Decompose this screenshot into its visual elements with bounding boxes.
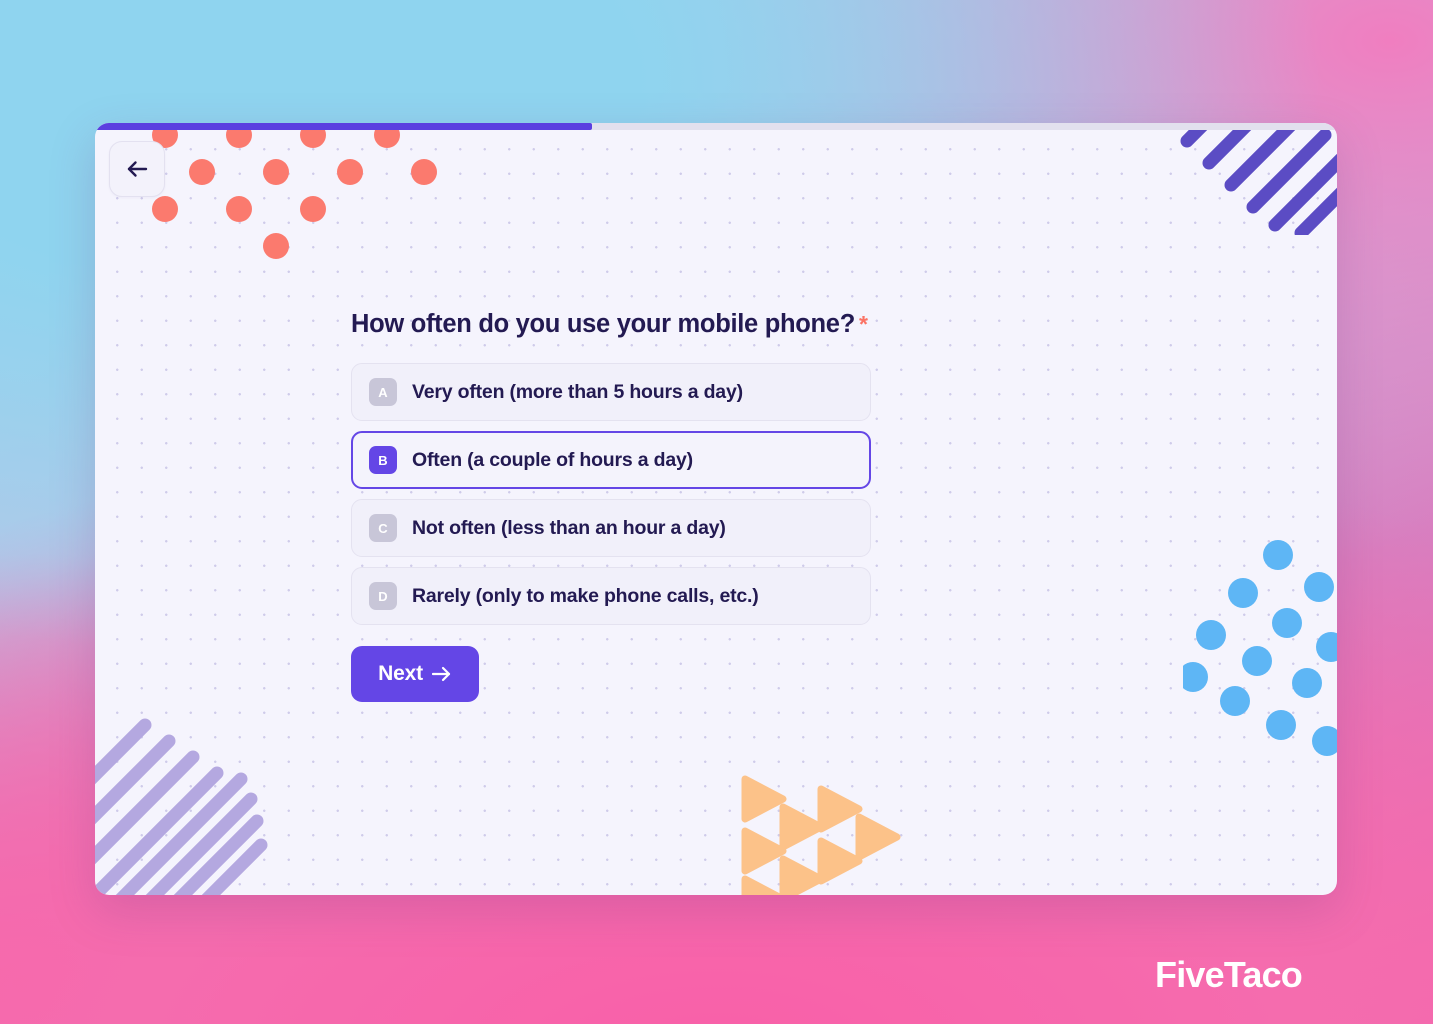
option-key-badge: D	[369, 582, 397, 610]
progress-bar-track	[95, 123, 1337, 130]
option-key-badge: B	[369, 446, 397, 474]
next-button-label: Next	[378, 662, 423, 685]
orange-triangles-decoration	[741, 775, 901, 895]
option-key-badge: C	[369, 514, 397, 542]
arrow-left-icon	[127, 161, 148, 177]
option-d[interactable]: D Rarely (only to make phone calls, etc.)	[351, 567, 871, 625]
option-label: Rarely (only to make phone calls, etc.)	[412, 584, 759, 607]
back-button[interactable]	[109, 141, 165, 197]
fivetaco-watermark: FiveTaco	[1155, 954, 1303, 995]
arrow-right-icon	[431, 666, 450, 682]
required-marker: *	[858, 311, 868, 337]
option-label: Often (a couple of hours a day)	[412, 448, 693, 471]
next-button[interactable]: Next	[351, 646, 479, 702]
option-label: Very often (more than 5 hours a day)	[412, 380, 743, 403]
question-form: How often do you use your mobile phone? *…	[351, 310, 871, 702]
lavender-stripes-decoration	[95, 718, 268, 895]
question-title: How often do you use your mobile phone? *	[351, 310, 871, 339]
progress-bar-fill	[95, 123, 592, 130]
option-c[interactable]: C Not often (less than an hour a day)	[351, 499, 871, 557]
question-text: How often do you use your mobile phone?	[351, 310, 855, 338]
option-key-badge: A	[369, 378, 397, 406]
option-label: Not often (less than an hour a day)	[412, 516, 726, 539]
survey-card: How often do you use your mobile phone? *…	[95, 123, 1337, 895]
option-b[interactable]: B Often (a couple of hours a day)	[351, 431, 871, 489]
option-a[interactable]: A Very often (more than 5 hours a day)	[351, 363, 871, 421]
blue-dots-decoration	[1183, 540, 1337, 756]
purple-stripes-decoration	[1159, 123, 1337, 235]
options-list: A Very often (more than 5 hours a day) B Of…	[351, 363, 871, 625]
coral-dots-decoration	[152, 123, 437, 259]
